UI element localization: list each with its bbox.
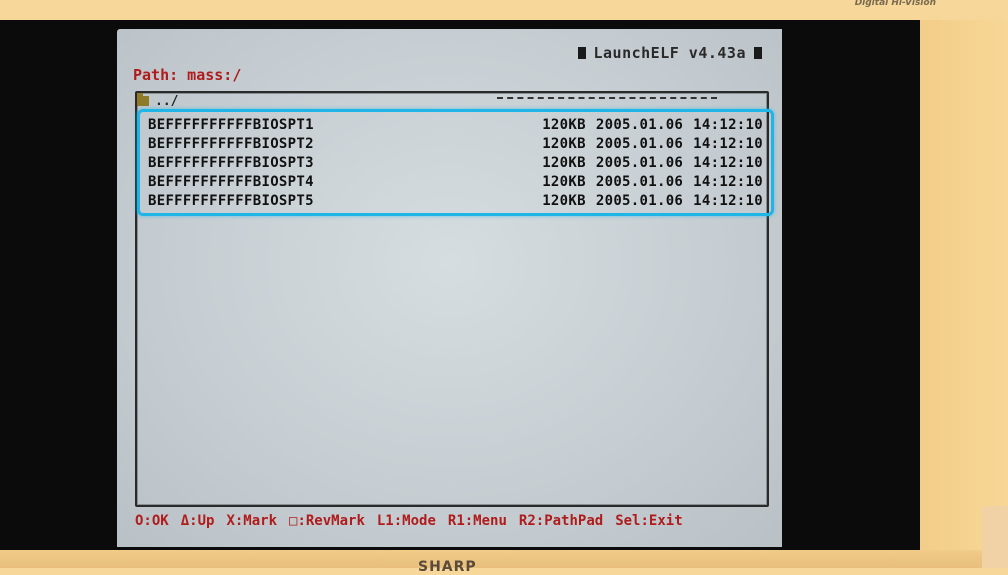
- file-date: 2005.01.06: [595, 173, 684, 190]
- monitor-side-bezel: [920, 20, 1008, 568]
- monitor-corner: [982, 506, 1008, 568]
- file-name: BEFFFFFFFFFFBIOSPT4: [148, 173, 314, 190]
- hint-menu: R1:Menu: [447, 513, 507, 529]
- hint-pathpad: R2:PathPad: [518, 513, 604, 529]
- file-size: 120KB: [542, 192, 586, 209]
- file-date: 2005.01.06: [595, 192, 684, 209]
- hint-mode: L1:Mode: [376, 513, 436, 529]
- monitor-brand: SHARP: [418, 559, 477, 575]
- file-time: 14:12:10: [693, 135, 763, 152]
- file-time: 14:12:10: [693, 192, 763, 209]
- file-row[interactable]: BEFFFFFFFFFFBIOSPT3 120KB 2005.01.06 14:…: [148, 153, 763, 172]
- file-row[interactable]: BEFFFFFFFFFFBIOSPT1 120KB 2005.01.06 14:…: [148, 115, 763, 134]
- file-meta: 120KB 2005.01.06 14:12:10: [542, 174, 763, 190]
- file-row[interactable]: BEFFFFFFFFFFBIOSPT4 120KB 2005.01.06 14:…: [148, 172, 763, 191]
- file-size: 120KB: [542, 116, 586, 133]
- file-row[interactable]: BEFFFFFFFFFFBIOSPT5 120KB 2005.01.06 14:…: [148, 191, 763, 210]
- file-meta: 120KB 2005.01.06 14:12:10: [542, 136, 763, 152]
- title-block-icon: [577, 47, 586, 59]
- parent-folder-row[interactable]: ../: [137, 93, 757, 109]
- app-title-text: LaunchELF v4.43a: [593, 44, 746, 62]
- file-name: BEFFFFFFFFFFBIOSPT3: [148, 154, 314, 171]
- controls-help-bar: O:OK Δ:Up X:Mark □:RevMark L1:Mode R1:Me…: [135, 513, 683, 529]
- file-time: 14:12:10: [693, 154, 763, 171]
- file-time: 14:12:10: [693, 173, 763, 190]
- file-date: 2005.01.06: [595, 116, 684, 133]
- selected-files-list: BEFFFFFFFFFFBIOSPT1 120KB 2005.01.06 14:…: [137, 109, 774, 216]
- file-meta: 120KB 2005.01.06 14:12:10: [542, 193, 763, 209]
- file-meta: 120KB 2005.01.06 14:12:10: [542, 117, 763, 133]
- file-size: 120KB: [542, 135, 586, 152]
- parent-folder-meta: [497, 97, 717, 102]
- file-meta: 120KB 2005.01.06 14:12:10: [542, 155, 763, 171]
- hint-exit: Sel:Exit: [615, 513, 683, 529]
- file-size: 120KB: [542, 154, 586, 171]
- file-name: BEFFFFFFFFFFBIOSPT1: [148, 116, 314, 133]
- path-display: Path: mass:/: [133, 66, 242, 84]
- file-time: 14:12:10: [693, 116, 763, 133]
- parent-folder-label: ../: [155, 93, 179, 109]
- file-name: BEFFFFFFFFFFBIOSPT2: [148, 135, 314, 152]
- file-date: 2005.01.06: [595, 154, 684, 171]
- file-date: 2005.01.06: [595, 135, 684, 152]
- file-size: 120KB: [542, 173, 586, 190]
- app-title: LaunchELF v4.43a: [577, 44, 762, 62]
- hint-ok: O:OK: [135, 513, 169, 529]
- folder-icon: [137, 93, 149, 106]
- file-row[interactable]: BEFFFFFFFFFFBIOSPT2 120KB 2005.01.06 14:…: [148, 134, 763, 153]
- hint-revmark: □:RevMark: [289, 513, 365, 529]
- hint-up: Δ:Up: [180, 513, 215, 529]
- monitor-bottom-bezel: [0, 550, 1008, 568]
- title-block-icon: [754, 47, 762, 59]
- launchelf-window: LaunchELF v4.43a Path: mass:/ ../ BEFFFF…: [117, 29, 782, 547]
- monitor-label: Digital Hi-Vision: [854, 0, 936, 8]
- file-name: BEFFFFFFFFFFBIOSPT5: [148, 192, 314, 209]
- hint-mark: X:Mark: [226, 513, 278, 529]
